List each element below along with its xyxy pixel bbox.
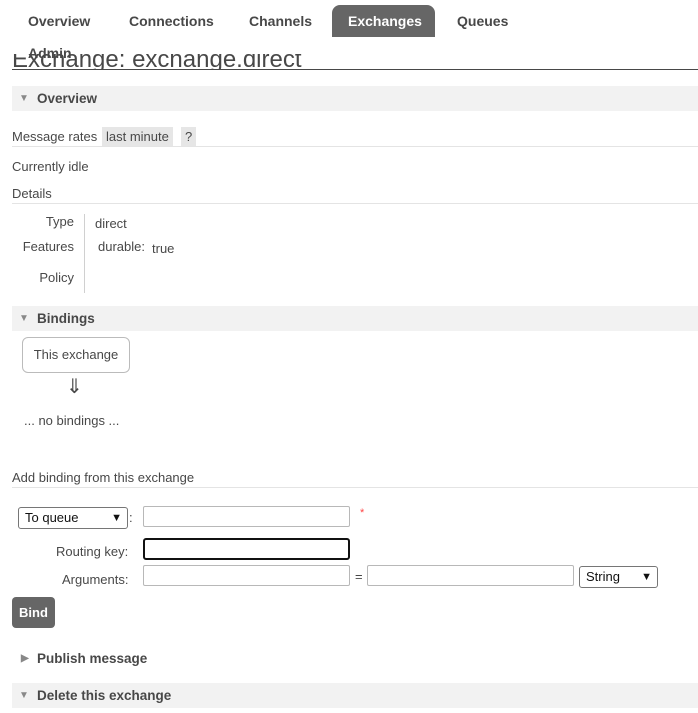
- nav-tab-connections[interactable]: Connections: [113, 5, 230, 37]
- nav-tab-queues[interactable]: Queues: [441, 5, 524, 37]
- destination-input[interactable]: [143, 506, 350, 527]
- argument-type-select[interactable]: String ▼: [579, 566, 658, 588]
- nav-tab-overview[interactable]: Overview: [12, 5, 106, 37]
- feature-durable-key: durable:: [98, 239, 145, 254]
- details-divider: [84, 214, 85, 293]
- destination-type-value: To queue: [25, 510, 79, 525]
- details-rule: [12, 203, 698, 204]
- bindings-section-header[interactable]: ▼ Bindings: [12, 306, 698, 331]
- routing-key-label: Routing key:: [56, 544, 129, 559]
- add-binding-title: Add binding from this exchange: [12, 470, 195, 485]
- details-label: Details: [12, 186, 52, 201]
- routing-key-input[interactable]: [143, 538, 350, 560]
- required-marker: *: [360, 507, 365, 519]
- rate-period-toggle[interactable]: last minute: [102, 127, 173, 146]
- destination-type-select[interactable]: To queue ▼: [18, 507, 128, 529]
- publish-section-label: Publish message: [37, 651, 148, 666]
- destination-colon: :: [129, 510, 133, 525]
- overview-section-header[interactable]: ▼ Overview: [12, 86, 698, 111]
- details-type-value: direct: [95, 216, 127, 231]
- delete-section-label: Delete this exchange: [37, 688, 172, 703]
- nav-underline: [12, 69, 698, 70]
- argument-type-value: String: [586, 569, 620, 584]
- delete-section-header[interactable]: ▼ Delete this exchange: [12, 683, 698, 708]
- feature-durable-value: true: [152, 241, 175, 256]
- message-rates-label: Message rates: [12, 129, 98, 144]
- details-policy-label: Policy: [39, 270, 74, 285]
- collapse-triangle-icon: ▼: [19, 690, 29, 701]
- arguments-label: Arguments:: [62, 572, 129, 587]
- bindings-section-label: Bindings: [37, 311, 95, 326]
- add-binding-rule: [12, 487, 698, 488]
- details-type-label: Type: [45, 214, 74, 229]
- no-bindings-text: ... no bindings ...: [24, 413, 120, 428]
- chevron-down-icon: ▼: [641, 571, 652, 583]
- collapse-triangle-icon: ▼: [19, 93, 29, 104]
- help-button[interactable]: ?: [181, 127, 197, 146]
- nav-tab-exchanges[interactable]: Exchanges: [332, 5, 435, 37]
- this-exchange-box: This exchange: [22, 337, 130, 373]
- overview-section-label: Overview: [37, 91, 98, 106]
- chevron-down-icon: ▼: [111, 512, 122, 524]
- page-title-text: Exchange: exchange.direct: [12, 54, 302, 70]
- expand-triangle-icon: ▶: [21, 653, 29, 664]
- argument-key-input[interactable]: [143, 565, 350, 586]
- collapse-triangle-icon: ▼: [19, 313, 29, 324]
- idle-status: Currently idle: [12, 159, 89, 174]
- message-rates-rule: [12, 146, 698, 147]
- bind-button[interactable]: Bind: [12, 597, 55, 628]
- nav-tab-channels[interactable]: Channels: [233, 5, 328, 37]
- publish-section-header[interactable]: ▶ Publish message: [12, 646, 698, 671]
- argument-value-input[interactable]: [367, 565, 574, 586]
- equals-sign: =: [355, 569, 363, 584]
- page-title: Exchange: exchange.direct: [12, 54, 512, 70]
- down-arrow-icon: ⇓: [66, 376, 83, 398]
- details-features-label: Features: [22, 239, 74, 254]
